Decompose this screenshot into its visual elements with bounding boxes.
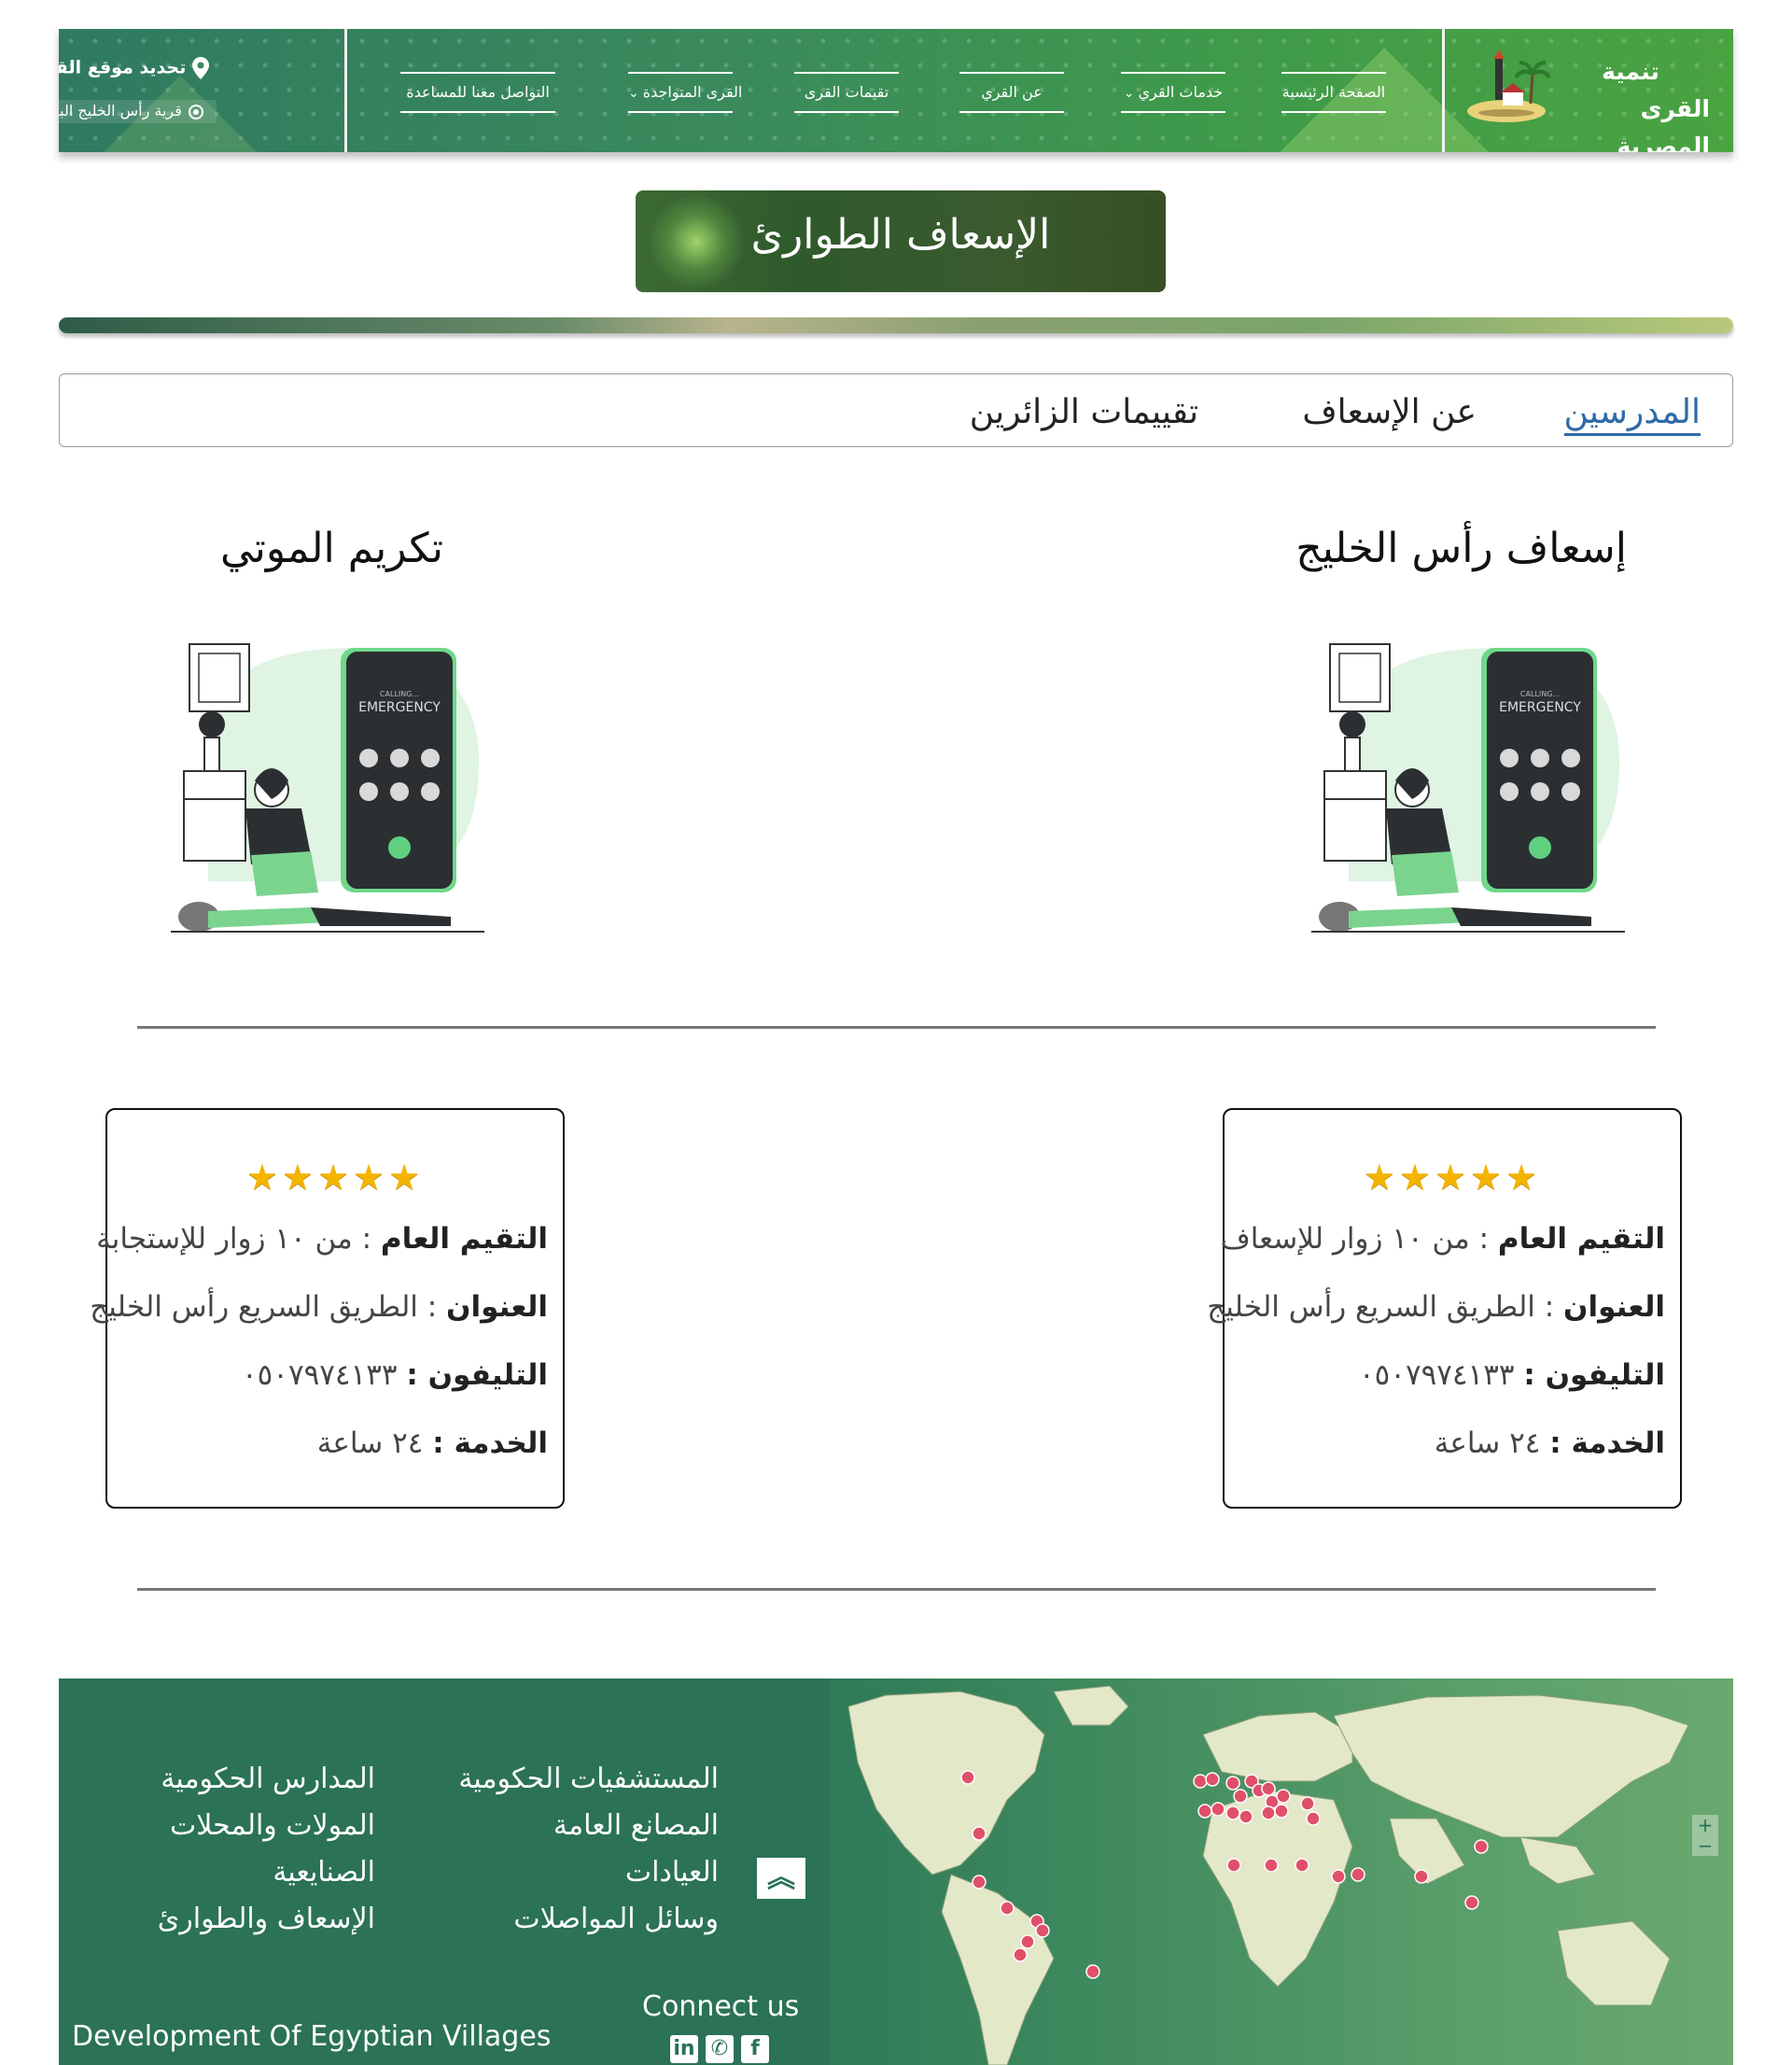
phone-value[interactable]: ٠٥٠٧٩٧٤١٣٣ [242, 1358, 398, 1392]
location-value: قرية رأس الخليج البلد [59, 102, 182, 119]
nav-village-services-label: خدمات القري [1138, 83, 1224, 101]
location-title: تحديد موقع القرية [59, 57, 187, 78]
rating-label: التقيم العام [1497, 1222, 1665, 1256]
world-map[interactable]: + − [830, 1679, 1733, 2065]
page-title: الإسعاف الطوارئ [750, 211, 1051, 259]
illustration-calling-text: CALLING... [380, 690, 419, 698]
section-divider [137, 1588, 1656, 1591]
location-selector[interactable]: تحديد موقع القرية [59, 57, 215, 79]
target-icon [189, 104, 203, 119]
phone-line: التليفون : ٠٥٠٧٩٧٤١٣٣ [242, 1358, 548, 1392]
nav-villages-label: القرى المتواجدة [642, 83, 743, 101]
tab-bar: المدرسين عن الإسعاف تقييمات الزائرين [59, 373, 1733, 447]
footer-link[interactable]: المستشفيات الحكومية [458, 1763, 719, 1795]
world-map-graphic [847, 1685, 1689, 2065]
brand-title[interactable]: تنمية القرى المصرية [1551, 53, 1710, 152]
rating-value: : من ١٠ زوار للإستجابة [96, 1222, 372, 1256]
nav-home-label: الصفحة الرئيسية [1281, 83, 1386, 101]
nav-villages[interactable]: ⌄ القرى المتواجدة [628, 72, 742, 113]
brand-line2: القرى المصرية [1617, 95, 1710, 152]
linkedin-icon[interactable]: in [670, 2035, 698, 2063]
site-footer: + − المستشفيات الحكومية المصانع العامة ا… [59, 1679, 1733, 2065]
service-label: الخدمة : [432, 1426, 548, 1460]
tab-about-ambulance[interactable]: عن الإسعاف [1302, 393, 1477, 431]
brand-logo[interactable] [1462, 46, 1551, 135]
phone-label: التليفون : [406, 1358, 548, 1392]
phone-value[interactable]: ٠٥٠٧٩٧٤١٣٣ [1359, 1358, 1515, 1392]
service-info-card: ★★★★★ التقيم العام : من ١٠ زوار للإستجاب… [90, 1108, 565, 1509]
footer-link[interactable]: العيادات [625, 1856, 719, 1889]
address-line: العنوان : الطريق السريع رأس الخليج [1207, 1290, 1665, 1324]
scroll-to-top-button[interactable]: ︽ [757, 1858, 805, 1899]
address-label: العنوان [446, 1290, 548, 1324]
rating-line: التقيم العام : من ١٠ زوار للإسعاف [1221, 1222, 1665, 1256]
tab-teachers[interactable]: المدرسين [1563, 393, 1701, 436]
illustration-calling-text: CALLING... [1520, 690, 1560, 698]
rating-stars: ★★★★★ [245, 1157, 425, 1198]
decorative-strip [59, 317, 1733, 333]
nav-village-services[interactable]: ⌄ خدمات القري [1121, 72, 1225, 113]
emergency-call-illustration: CALLING... EMERGENCY [171, 631, 497, 948]
nav-ratings-label: تقيمات القرى [804, 83, 889, 101]
footer-link[interactable]: المصانع العامة [553, 1809, 719, 1842]
rating-line: التقيم العام : من ١٠ زوار للإستجابة [96, 1222, 548, 1256]
section-divider [137, 1026, 1656, 1029]
illustration-emergency-text: EMERGENCY [1499, 700, 1581, 715]
footer-link[interactable]: المدارس الحكومية [161, 1763, 375, 1795]
phone-line: التليفون : ٠٥٠٧٩٧٤١٣٣ [1359, 1358, 1665, 1392]
phone-label: التليفون : [1523, 1358, 1665, 1392]
service-label: الخدمة : [1549, 1426, 1665, 1460]
footer-link[interactable]: الإسعاف والطوارئ [158, 1903, 375, 1935]
footer-link[interactable]: الصنايعية [273, 1856, 375, 1889]
tab-visitor-ratings[interactable]: تقييمات الزائرين [970, 393, 1198, 431]
address-value: : الطريق السريع رأس الخليج [90, 1290, 438, 1324]
service-info-card: ★★★★★ التقيم العام : من ١٠ زوار للإسعاف … [1207, 1108, 1682, 1509]
address-line: العنوان : الطريق السريع رأس الخليج [90, 1290, 548, 1324]
address-value: : الطريق السريع رأس الخليج [1207, 1290, 1555, 1324]
map-pin-icon [192, 57, 209, 79]
whatsapp-icon[interactable]: ✆ [706, 2035, 734, 2063]
map-zoom-out-button[interactable]: − [1692, 1835, 1718, 1856]
service-value: ٢٤ ساعة [316, 1426, 424, 1460]
hours-line: الخدمة : ٢٤ ساعة [1435, 1426, 1665, 1460]
service-name: تكريم الموتي [220, 525, 444, 572]
service-name: إسعاف رأس الخليج [1295, 525, 1627, 572]
nav-ratings[interactable]: تقيمات القرى [794, 72, 899, 113]
connect-label: Connect us [642, 1990, 800, 2023]
footer-link[interactable]: المولات والمحلات [170, 1809, 375, 1842]
map-zoom-in-button[interactable]: + [1692, 1815, 1718, 1835]
nav-home[interactable]: الصفحة الرئيسية [1281, 72, 1386, 113]
organization-name: Development Of Egyptian Villages [72, 2020, 552, 2053]
rating-label: التقيم العام [380, 1222, 548, 1256]
page-title-banner: الإسعاف الطوارئ [636, 190, 1166, 292]
header-divider [1442, 29, 1445, 152]
site-header: تنمية القرى المصرية الصفحة الرئيسية ⌄ خدم… [59, 29, 1733, 152]
nav-about[interactable]: عن القري [959, 72, 1064, 113]
emergency-call-illustration: CALLING... EMERGENCY [1311, 631, 1638, 948]
illustration-emergency-text: EMERGENCY [358, 700, 441, 715]
facebook-icon[interactable]: f [741, 2035, 769, 2063]
double-chevron-up-icon: ︽ [767, 1861, 795, 1894]
location-current[interactable]: قرية رأس الخليج البلد [59, 100, 217, 123]
brand-line1: تنمية [1602, 58, 1659, 85]
chevron-down-icon: ⌄ [628, 86, 639, 101]
rating-stars: ★★★★★ [1363, 1157, 1542, 1198]
nav-contact-label: التواصل معنا للمساعدة [406, 83, 550, 101]
nav-contact[interactable]: التواصل معنا للمساعدة [400, 72, 555, 113]
address-label: العنوان [1563, 1290, 1665, 1324]
rating-value: : من ١٠ زوار للإسعاف [1220, 1222, 1490, 1256]
header-divider [344, 29, 347, 152]
footer-link[interactable]: وسائل المواصلات [513, 1903, 719, 1935]
nav-about-label: عن القري [981, 83, 1043, 101]
hours-line: الخدمة : ٢٤ ساعة [317, 1426, 548, 1460]
chevron-down-icon: ⌄ [1123, 86, 1135, 101]
service-value: ٢٤ ساعة [1434, 1426, 1541, 1460]
